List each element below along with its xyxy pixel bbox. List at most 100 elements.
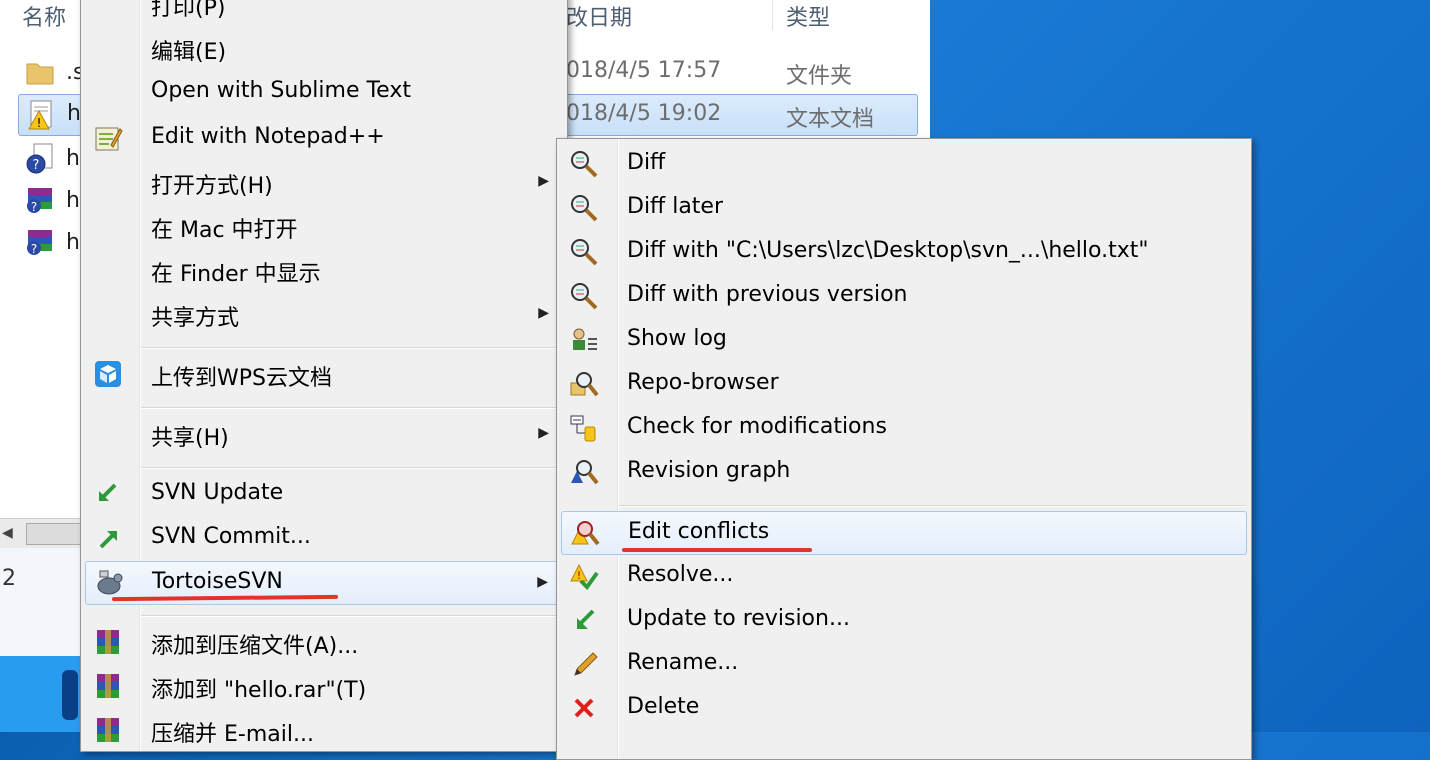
diff-icon (571, 151, 598, 178)
file-type: 文本文档 (786, 107, 875, 132)
conflict-text-file-icon: ! (28, 100, 52, 130)
wps-cloud-icon (95, 361, 121, 387)
winrar-icon (97, 718, 119, 742)
column-divider[interactable] (772, 0, 773, 30)
menu-item-show-in-finder[interactable]: 在 Finder 中显示 (85, 249, 563, 291)
menu-separator (141, 407, 561, 409)
svg-text:?: ? (33, 158, 40, 173)
menu-item-add-to-hello-rar[interactable]: 添加到 "hello.rar"(T) (85, 665, 563, 707)
menu-item-print[interactable]: 打印(P) (85, 0, 563, 25)
status-item-count: 2 (2, 566, 16, 591)
column-header-date[interactable]: 改日期 (566, 0, 632, 32)
menu-item-share-with[interactable]: 共享方式 ▶ (85, 293, 563, 335)
menu-item-label: Update to revision... (627, 606, 850, 631)
menu-separator (141, 467, 561, 469)
menu-item-label: Revision graph (627, 458, 791, 483)
menu-item-label: Rename... (627, 650, 739, 675)
menu-item-label: Edit conflicts (628, 519, 770, 544)
submenu-arrow-icon: ▶ (538, 173, 549, 189)
menu-item-label: 打开方式(H) (151, 174, 273, 199)
submenu-item-revision-graph[interactable]: Revision graph (561, 451, 1247, 493)
folder-icon (26, 63, 54, 85)
menu-item-label: Check for modifications (627, 414, 887, 439)
menu-item-open-with[interactable]: 打开方式(H) ▶ (85, 161, 563, 203)
revision-graph-icon (571, 460, 599, 485)
svg-text:!: ! (577, 569, 581, 582)
context-menu: 打印(P) 编辑(E) Open with Sublime Text Edit … (80, 0, 568, 752)
tortoisesvn-submenu: Diff Diff later Diff with "C:\Users\lzc\… (556, 138, 1252, 760)
submenu-item-resolve[interactable]: ! Resolve... (561, 555, 1247, 597)
file-date: 018/4/5 17:57 (566, 58, 722, 83)
svg-text:?: ? (31, 200, 37, 214)
menu-item-add-to-archive[interactable]: 添加到压缩文件(A)... (85, 621, 563, 663)
file-name: h (66, 230, 80, 255)
diff-icon (571, 195, 598, 222)
menu-item-label: Repo-browser (627, 370, 779, 395)
diff-icon (571, 239, 598, 266)
submenu-item-show-log[interactable]: Show log (561, 319, 1247, 361)
file-date: 018/4/5 19:02 (566, 101, 722, 126)
menu-item-open-sublime[interactable]: Open with Sublime Text (85, 71, 563, 113)
scrollbar-thumb[interactable] (26, 523, 82, 545)
submenu-item-check-modifications[interactable]: Check for modifications (561, 407, 1247, 449)
menu-item-svn-update[interactable]: SVN Update (85, 473, 563, 515)
edit-conflicts-icon (571, 521, 600, 546)
show-log-icon (573, 328, 597, 350)
menu-item-label: Diff with "C:\Users\lzc\Desktop\svn_...\… (627, 238, 1149, 263)
menu-item-label: 添加到压缩文件(A)... (151, 634, 359, 659)
menu-item-edit[interactable]: 编辑(E) (85, 27, 563, 69)
submenu-item-rename[interactable]: Rename... (561, 643, 1247, 685)
svn-commit-icon (99, 531, 117, 549)
menu-item-label: 打印(P) (151, 0, 226, 21)
scroll-left-icon[interactable]: ◀ (2, 525, 13, 541)
menu-item-label: 添加到 "hello.rar"(T) (151, 678, 367, 703)
menu-item-svn-commit[interactable]: SVN Commit... (85, 517, 563, 559)
menu-separator (619, 505, 1245, 507)
winrar-icon (97, 674, 119, 698)
submenu-arrow-icon: ▶ (537, 574, 548, 590)
menu-item-label: Edit with Notepad++ (151, 124, 385, 149)
annotation-underline-edit-conflicts (622, 548, 812, 552)
file-name: h (66, 146, 80, 171)
rename-icon (574, 652, 598, 676)
submenu-item-update-to-revision[interactable]: Update to revision... (561, 599, 1247, 641)
delete-icon (574, 698, 594, 718)
menu-item-compress-email[interactable]: 压缩并 E-mail... (85, 709, 563, 751)
submenu-item-diff[interactable]: Diff (561, 143, 1247, 185)
menu-item-label: Diff with previous version (627, 282, 908, 307)
menu-item-label: 压缩并 E-mail... (151, 722, 314, 747)
column-header-type[interactable]: 类型 (786, 0, 830, 32)
submenu-item-delete[interactable]: Delete (561, 687, 1247, 729)
menu-item-edit-notepad[interactable]: Edit with Notepad++ (85, 117, 563, 159)
horizontal-scrollbar[interactable]: ◀ (0, 518, 82, 549)
menu-item-label: 编辑(E) (151, 40, 227, 65)
menu-item-label: Open with Sublime Text (151, 78, 411, 103)
file-name: h (66, 188, 80, 213)
submenu-item-diff-later[interactable]: Diff later (561, 187, 1247, 229)
menu-item-label: SVN Commit... (151, 524, 311, 549)
menu-separator (141, 615, 561, 617)
submenu-item-repo-browser[interactable]: Repo-browser (561, 363, 1247, 405)
menu-item-label: Show log (627, 326, 727, 351)
menu-item-label: 共享(H) (151, 426, 229, 451)
menu-item-label: 上传到WPS云文档 (151, 366, 332, 391)
menu-item-label: SVN Update (151, 480, 284, 505)
submenu-arrow-icon: ▶ (538, 425, 549, 441)
menu-item-label: Diff later (627, 194, 724, 219)
unversioned-file-icon: ? (26, 143, 53, 174)
update-revision-icon (577, 609, 595, 629)
tortoisesvn-icon (97, 570, 123, 595)
menu-item-open-in-mac[interactable]: 在 Mac 中打开 (85, 205, 563, 247)
rar-archive-icon: ? (27, 230, 52, 256)
menu-item-upload-wps[interactable]: 上传到WPS云文档 (85, 353, 563, 395)
file-name: h (67, 101, 81, 126)
diff-icon (571, 283, 598, 310)
submenu-arrow-icon: ▶ (538, 305, 549, 321)
submenu-item-diff-previous[interactable]: Diff with previous version (561, 275, 1247, 317)
notepad-plus-icon (95, 127, 123, 151)
rar-archive-icon: ? (27, 188, 52, 214)
menu-item-share[interactable]: 共享(H) ▶ (85, 413, 563, 455)
submenu-item-diff-with-file[interactable]: Diff with "C:\Users\lzc\Desktop\svn_...\… (561, 231, 1247, 273)
column-header-name[interactable]: 名称 (22, 0, 66, 32)
desktop-wallpaper-fragment (0, 656, 80, 732)
